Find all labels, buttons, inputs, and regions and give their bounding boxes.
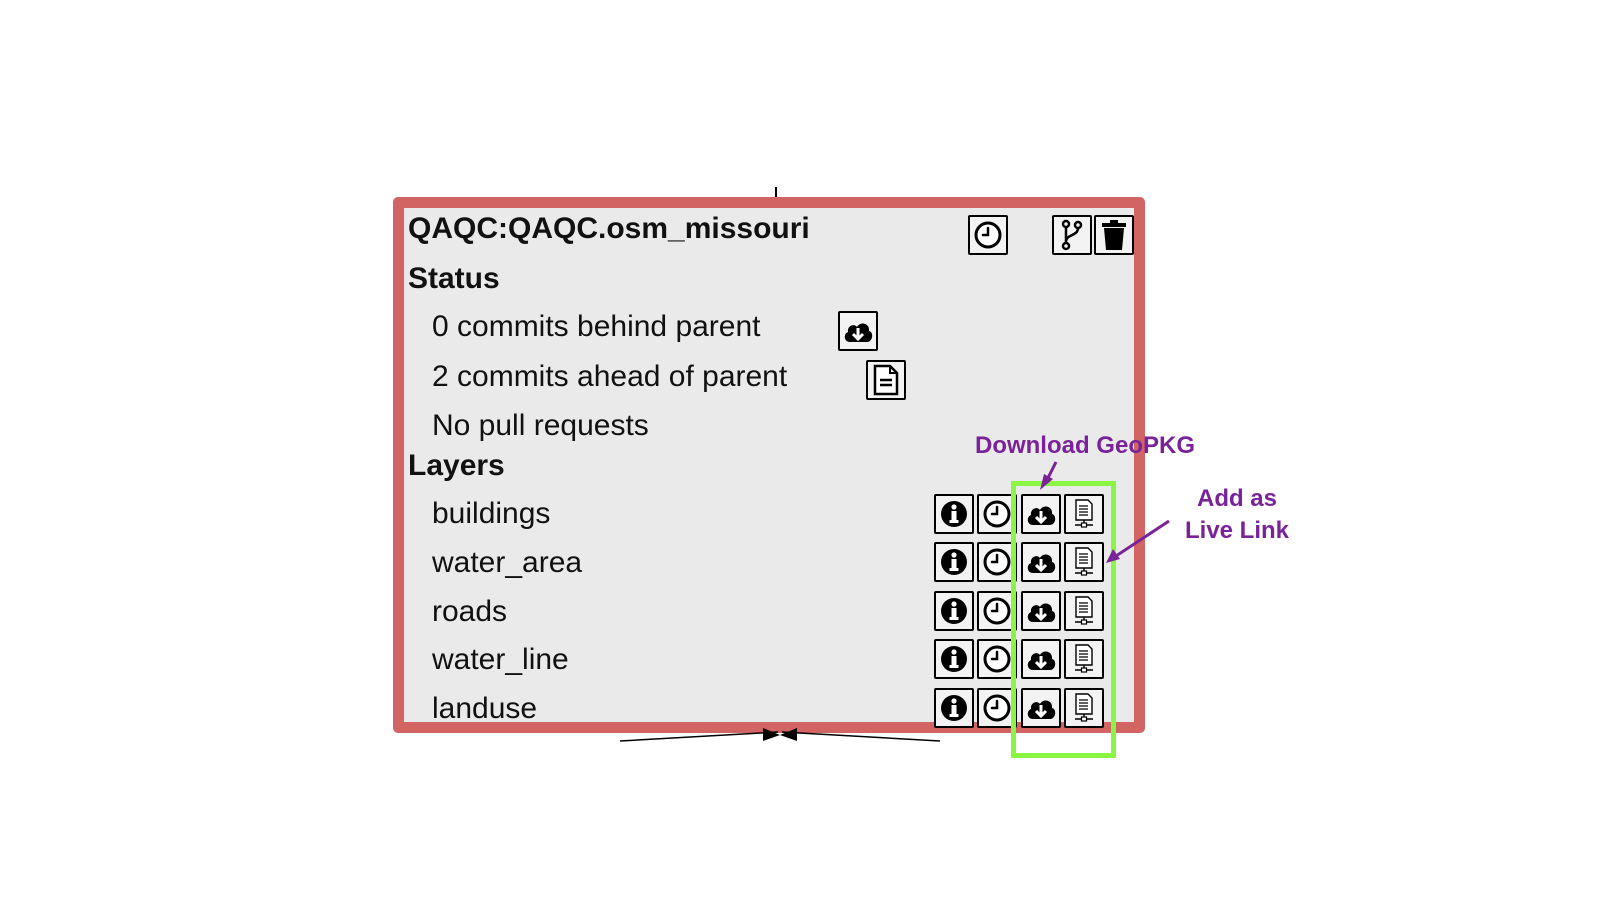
annotation-arrows xyxy=(1040,461,1170,563)
